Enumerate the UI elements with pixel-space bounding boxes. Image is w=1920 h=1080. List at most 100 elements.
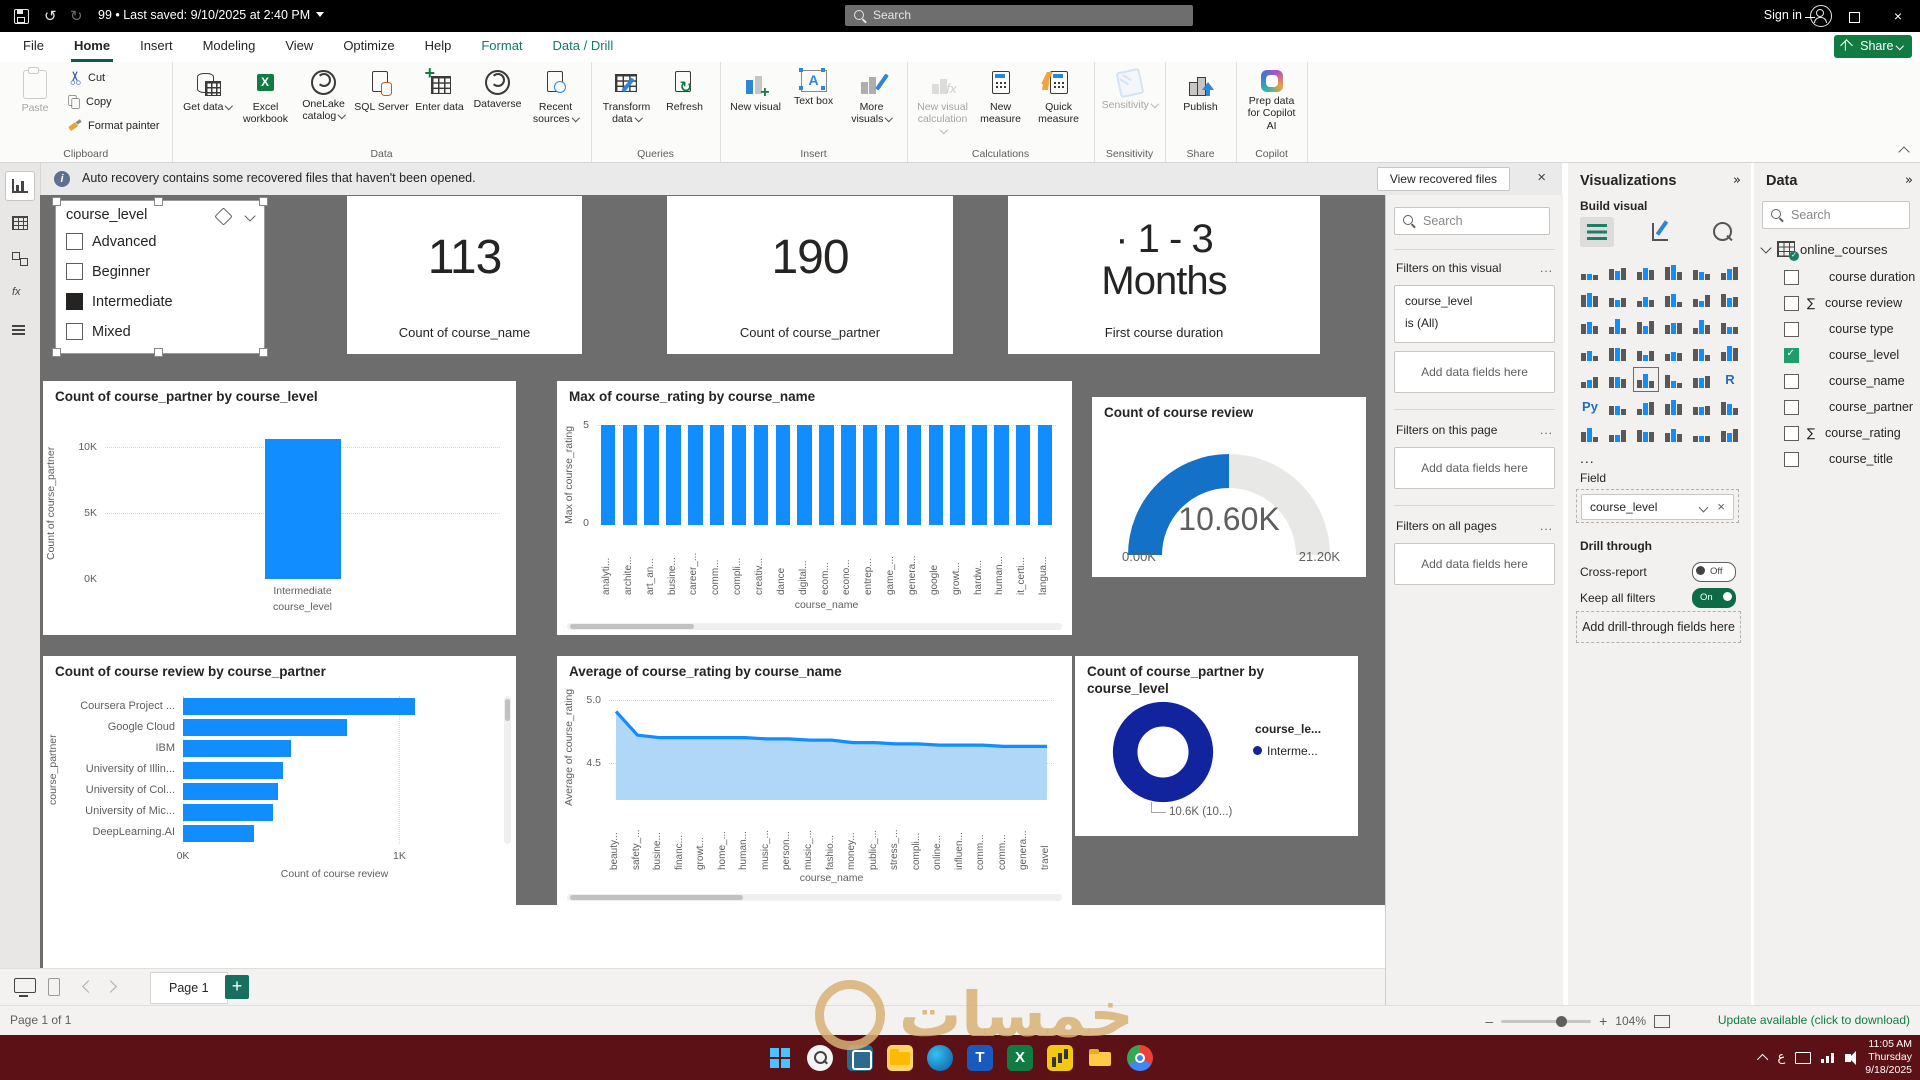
vertical-scrollbar[interactable] — [504, 696, 511, 844]
bar-google-cloud[interactable] — [183, 719, 347, 736]
column-ecom[interactable] — [819, 425, 833, 525]
field-course-level[interactable]: course_level — [1784, 345, 1899, 365]
ribbon-button-sensitivity[interactable]: Sensitivity — [1101, 66, 1159, 113]
legend-item-intermediate[interactable]: Interme... — [1253, 744, 1318, 758]
bar-university-of-col[interactable] — [183, 783, 278, 800]
ribbon-button-cut[interactable]: Cut — [66, 66, 166, 90]
ribbon-button-sql-server[interactable]: SQL Server — [353, 66, 411, 115]
column-art-an[interactable] — [644, 425, 658, 525]
collapse-pane-icon[interactable]: » — [1733, 173, 1741, 188]
tab-data-drill[interactable]: Data / Drill — [538, 32, 629, 62]
card-count-of-course-name[interactable]: 113 Count of course_name — [347, 196, 582, 354]
ribbon-chart-icon[interactable] — [1716, 285, 1744, 312]
column-econo[interactable] — [841, 425, 855, 525]
filters-search-input[interactable]: Search — [1394, 207, 1550, 235]
shape-map-icon[interactable] — [1632, 339, 1660, 366]
100-stacked-bar-chart-icon[interactable] — [1688, 258, 1716, 285]
ribbon-button-transform-data[interactable]: Transform data — [598, 66, 656, 128]
q-and-a-icon[interactable] — [1660, 393, 1688, 420]
bar-university-of-mic[interactable] — [183, 804, 273, 821]
python-visual-icon[interactable]: Py — [1576, 393, 1604, 420]
100-stacked-column-chart-icon[interactable] — [1716, 258, 1744, 285]
ribbon-button-refresh[interactable]: Refresh — [656, 66, 714, 115]
tmdl-view-button[interactable] — [6, 317, 34, 345]
next-page-icon[interactable] — [104, 980, 117, 993]
tab-help[interactable]: Help — [410, 32, 467, 62]
ribbon-button-enter-data[interactable]: Enter data — [411, 66, 469, 115]
field-course-title[interactable]: course_title — [1784, 449, 1893, 469]
format-visual-mode-button[interactable] — [1644, 217, 1678, 247]
bar-chart-review-by-partner[interactable]: Count of course review by course_partner… — [43, 656, 516, 906]
metrics-icon[interactable] — [1716, 393, 1744, 420]
map-icon[interactable] — [1576, 339, 1604, 366]
column-archite[interactable] — [623, 425, 637, 525]
checkbox[interactable] — [66, 233, 83, 250]
scatter-chart-icon[interactable] — [1632, 312, 1660, 339]
chevron-down-icon[interactable] — [1699, 503, 1709, 513]
drill-through-well[interactable]: Add drill-through fields here — [1576, 611, 1741, 643]
tab-home[interactable]: Home — [59, 32, 125, 62]
file-explorer-icon[interactable] — [887, 1045, 913, 1071]
add-data-fields-placeholder[interactable]: Add data fields here — [1394, 447, 1555, 489]
checkbox[interactable] — [1784, 348, 1799, 363]
analytics-mode-button[interactable] — [1706, 217, 1740, 247]
network-icon[interactable] — [1821, 1053, 1835, 1063]
model-view-button[interactable] — [6, 245, 34, 273]
card-count-of-course-partner[interactable]: 190 Count of course_partner — [667, 196, 953, 354]
column-creativ[interactable] — [754, 425, 768, 525]
table-online-courses[interactable]: online_courses — [1762, 241, 1887, 257]
page-tab[interactable]: Page 1 — [150, 972, 228, 1004]
edge-icon[interactable] — [927, 1045, 953, 1071]
power-apps-visual-icon[interactable] — [1632, 420, 1660, 447]
desktop-layout-icon[interactable] — [14, 978, 36, 993]
slicer-item-mixed[interactable]: Mixed — [66, 323, 131, 340]
teams-icon[interactable] — [967, 1045, 993, 1071]
fit-to-page-icon[interactable] — [1654, 1015, 1670, 1028]
bar-intermediate[interactable] — [265, 439, 341, 579]
field-pill-course-level[interactable]: course_level × — [1581, 494, 1734, 520]
decomposition-tree-icon[interactable] — [1632, 393, 1660, 420]
share-button[interactable]: Share — [1834, 35, 1912, 58]
column-comm[interactable] — [710, 425, 724, 525]
gauge-icon[interactable] — [1688, 339, 1716, 366]
mobile-layout-icon[interactable] — [48, 978, 60, 996]
ribbon-button-onelake-catalog[interactable]: OneLake catalog — [295, 66, 353, 125]
close-button[interactable]: × — [1876, 0, 1920, 32]
waterfall-chart-icon[interactable] — [1576, 312, 1604, 339]
add-data-fields-placeholder[interactable]: Add data fields here — [1394, 351, 1555, 393]
power-automate-visual-icon[interactable] — [1604, 420, 1632, 447]
volume-icon[interactable] — [1845, 1054, 1851, 1062]
display-icon[interactable] — [1795, 1052, 1811, 1064]
pie-chart-icon[interactable] — [1660, 312, 1688, 339]
collapse-pane-icon[interactable]: » — [1905, 173, 1913, 188]
ribbon-button-new-measure[interactable]: New measure — [972, 66, 1030, 128]
multi-row-card-icon[interactable] — [1576, 366, 1604, 393]
stacked-bar-chart-icon[interactable] — [1576, 258, 1604, 285]
ribbon-button-new-visual-calculation[interactable]: New visual calculation — [914, 66, 972, 140]
horizontal-scrollbar[interactable] — [567, 623, 1062, 630]
more-visuals-ellipsis[interactable]: ... — [1580, 450, 1595, 466]
column-dance[interactable] — [776, 425, 790, 525]
checkbox[interactable] — [1784, 426, 1799, 441]
keep-all-filters-toggle[interactable]: On — [1692, 588, 1736, 608]
ribbon-button-excel-workbook[interactable]: Excel workbook — [237, 66, 295, 128]
filled-map-icon[interactable] — [1604, 339, 1632, 366]
autosave-status[interactable]: 99 • Last saved: 9/10/2025 at 2:40 PM — [98, 8, 324, 22]
field-course-duration[interactable]: course duration — [1784, 267, 1915, 287]
matrix-icon[interactable] — [1688, 366, 1716, 393]
task-view-icon[interactable] — [847, 1045, 873, 1071]
donut-ring[interactable] — [1111, 700, 1215, 804]
card-first-course-duration[interactable]: · 1 - 3 Months First course duration — [1008, 196, 1320, 354]
previous-page-icon[interactable] — [82, 980, 95, 993]
more-options-icon[interactable]: ... — [1540, 261, 1553, 275]
field-course-type[interactable]: course type — [1784, 319, 1894, 339]
checkbox[interactable] — [1784, 296, 1799, 311]
column-chart-max-rating[interactable]: Max of course_rating by course_name50Max… — [557, 381, 1072, 635]
ribbon-button-prep-data-for-copilot-ai[interactable]: Prep data for Copilot AI — [1243, 66, 1301, 134]
tab-insert[interactable]: Insert — [125, 32, 188, 62]
azure-map-icon[interactable] — [1660, 339, 1688, 366]
add-data-fields-placeholder[interactable]: Add data fields here — [1394, 543, 1555, 585]
course-level-slicer[interactable]: course_level AdvancedBeginnerIntermediat… — [55, 200, 265, 354]
stacked-area-chart-icon[interactable] — [1632, 285, 1660, 312]
column-human[interactable] — [994, 425, 1008, 525]
